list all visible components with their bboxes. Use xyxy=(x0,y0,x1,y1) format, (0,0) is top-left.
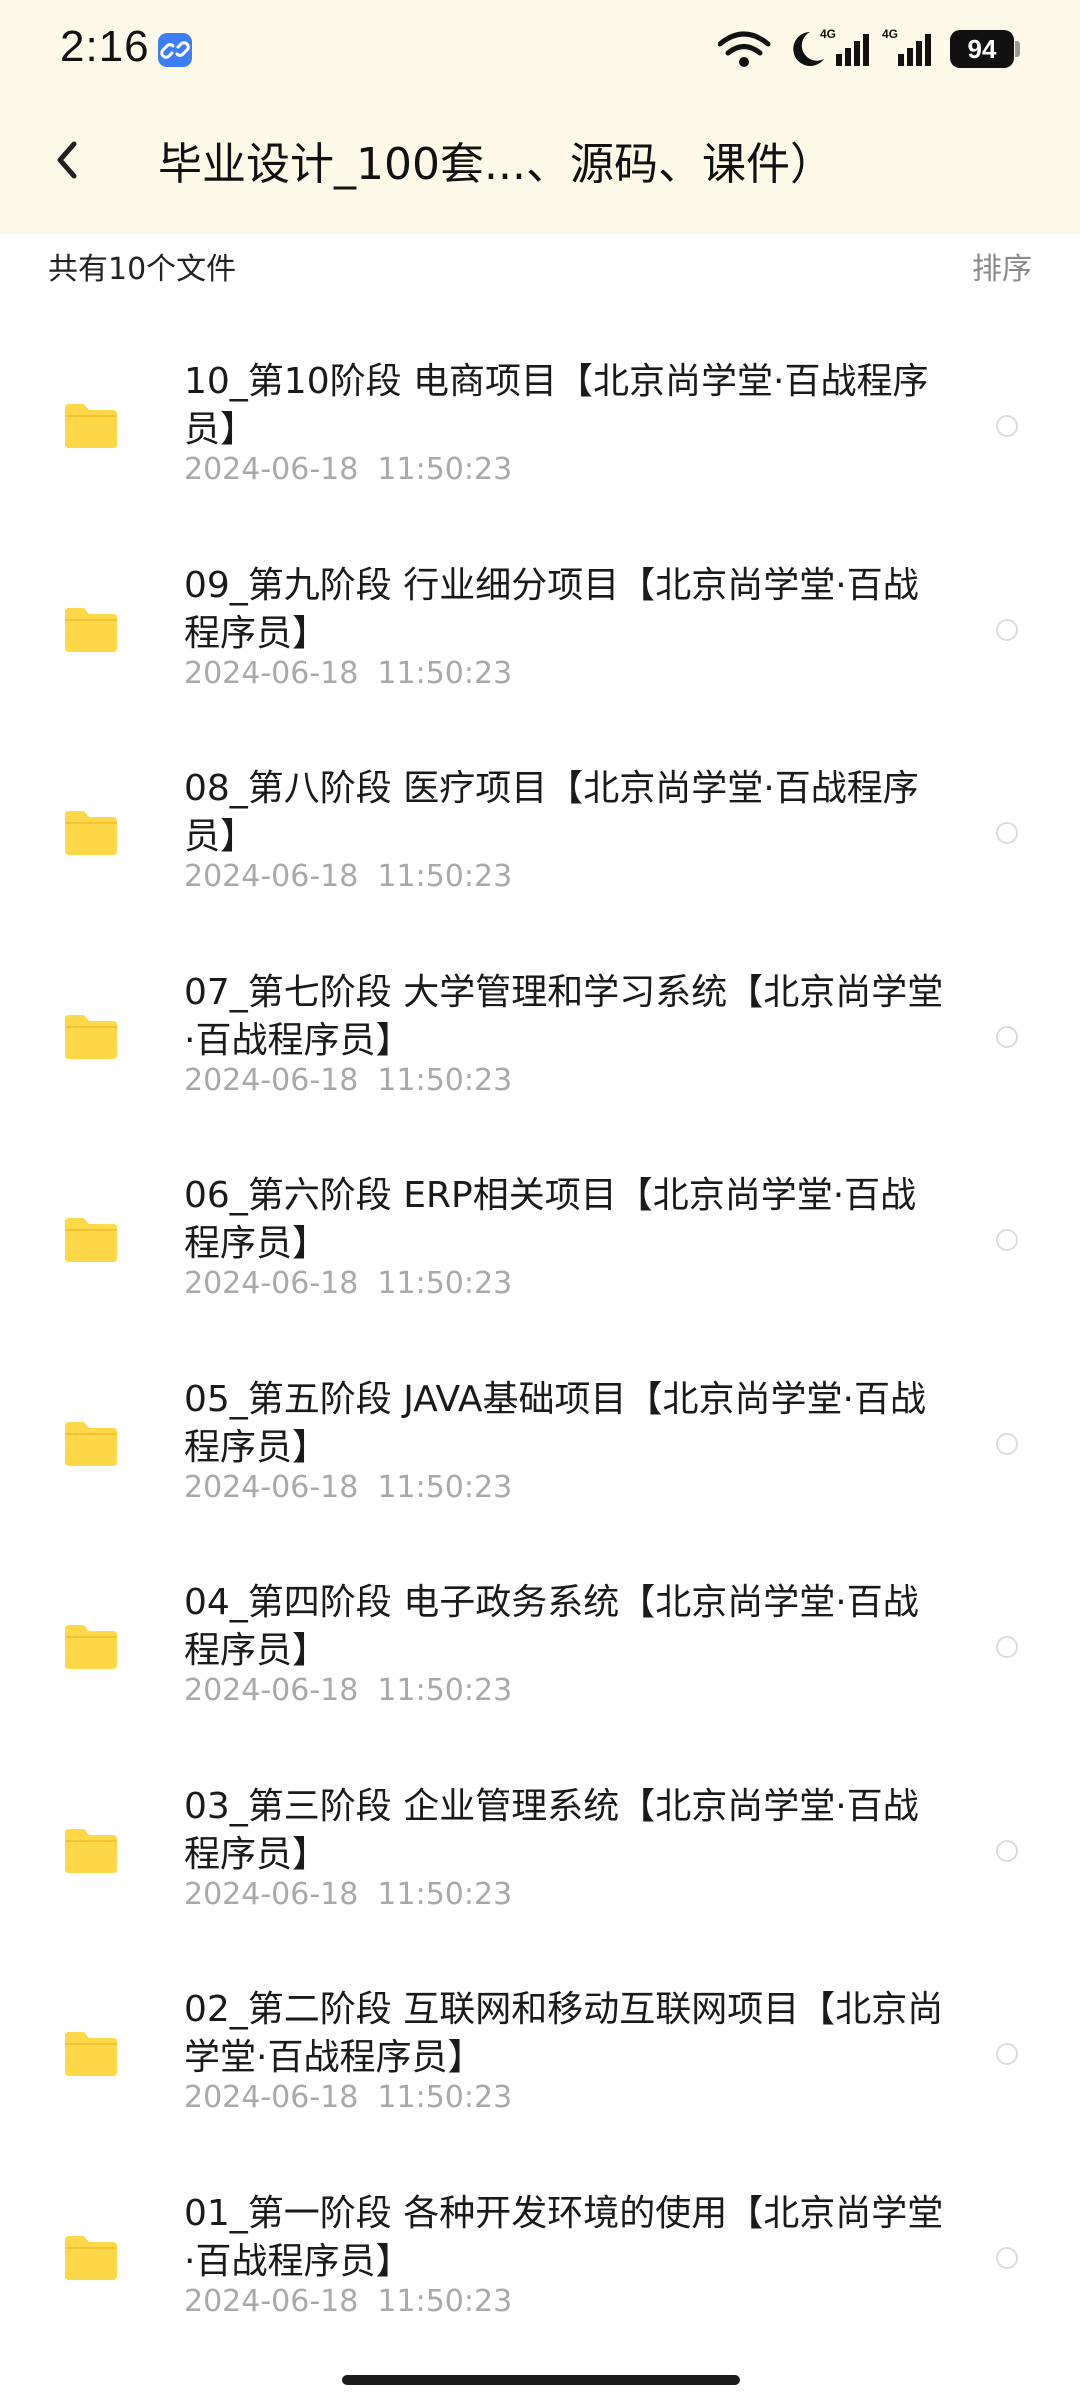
folder-icon xyxy=(65,1828,117,1873)
file-name: 06_第六阶段 ERP相关项目【北京尚学堂·百战程序员】 xyxy=(184,1175,917,1264)
chevron-left-icon xyxy=(57,141,77,179)
file-date: 2024-06-18 11:50:23 xyxy=(184,1673,513,1708)
file-row[interactable]: 01_第一阶段 各种开发环境的使用【北京尚学堂·百战程序员】 2024-06-1… xyxy=(0,2168,1080,2372)
folder-icon xyxy=(65,811,117,855)
file-date: 2024-06-18 11:50:23 xyxy=(184,452,513,487)
battery-icon: 94 xyxy=(950,30,1014,68)
select-radio[interactable] xyxy=(996,1229,1018,1251)
file-row[interactable]: 05_第五阶段 JAVA基础项目【北京尚学堂·百战程序员】 2024-06-18… xyxy=(0,1354,1080,1558)
folder-icon xyxy=(65,1014,117,1059)
file-row[interactable]: 10_第10阶段 电商项目【北京尚学堂·百战程序员】 2024-06-18 11… xyxy=(0,336,1080,540)
file-date: 2024-06-18 11:50:23 xyxy=(184,1876,513,1912)
svg-text:4G: 4G xyxy=(882,28,898,41)
select-radio[interactable] xyxy=(996,618,1018,641)
select-radio[interactable] xyxy=(996,822,1018,844)
battery-level: 94 xyxy=(967,33,997,64)
file-name: 07_第七阶段 大学管理和学习系统【北京尚学堂·百战程序员】 xyxy=(184,971,944,1061)
file-name: 03_第三阶段 企业管理系统【北京尚学堂·百战程序员】 xyxy=(184,1785,919,1875)
file-row[interactable]: 02_第二阶段 互联网和移动互联网项目【北京尚学堂·百战程序员】 2024-06… xyxy=(0,1964,1080,2168)
back-button[interactable] xyxy=(40,130,100,190)
file-date: 2024-06-18 11:50:23 xyxy=(184,859,513,894)
signal-icon-2: 4G xyxy=(882,28,931,66)
select-radio[interactable] xyxy=(996,2043,1018,2065)
file-name: 04_第四阶段 电子政务系统【北京尚学堂·百战程序员】 xyxy=(184,1582,919,1671)
home-indicator[interactable] xyxy=(342,2375,740,2385)
folder-icon xyxy=(65,1625,117,1669)
file-name: 02_第二阶段 互联网和移动互联网项目【北京尚学堂·百战程序员】 xyxy=(184,1989,944,2078)
file-date: 2024-06-18 11:50:23 xyxy=(184,2283,513,2319)
file-row[interactable]: 08_第八阶段 医疗项目【北京尚学堂·百战程序员】 2024-06-18 11:… xyxy=(0,743,1080,947)
sort-button[interactable]: 排序 xyxy=(972,244,1032,288)
select-radio[interactable] xyxy=(996,415,1018,437)
file-name: 01_第一阶段 各种开发环境的使用【北京尚学堂·百战程序员】 xyxy=(184,2192,944,2282)
signal-icon-1: 4G xyxy=(820,28,869,66)
folder-icon xyxy=(65,2235,117,2280)
select-radio[interactable] xyxy=(996,1839,1018,1862)
file-date: 2024-06-18 11:50:23 xyxy=(184,655,513,691)
file-row[interactable]: 04_第四阶段 电子政务系统【北京尚学堂·百战程序员】 2024-06-18 1… xyxy=(0,1557,1080,1761)
svg-text:4G: 4G xyxy=(820,28,836,41)
file-count: 共有10个文件 xyxy=(48,252,237,287)
folder-icon xyxy=(65,607,117,652)
status-bar: 2:16 4G 4G 94 xyxy=(0,0,1080,100)
file-row[interactable]: 06_第六阶段 ERP相关项目【北京尚学堂·百战程序员】 2024-06-18 … xyxy=(0,1150,1080,1354)
file-name: 08_第八阶段 医疗项目【北京尚学堂·百战程序员】 xyxy=(184,768,919,857)
link-notification-icon xyxy=(158,33,192,67)
file-name: 05_第五阶段 JAVA基础项目【北京尚学堂·百战程序员】 xyxy=(184,1378,926,1468)
file-row[interactable]: 09_第九阶段 行业细分项目【北京尚学堂·百战程序员】 2024-06-18 1… xyxy=(0,540,1080,744)
file-date: 2024-06-18 11:50:23 xyxy=(184,1062,513,1098)
file-date: 2024-06-18 11:50:23 xyxy=(184,1469,513,1505)
select-radio[interactable] xyxy=(996,1636,1018,1658)
select-radio[interactable] xyxy=(996,1025,1018,1048)
file-name: 10_第10阶段 电商项目【北京尚学堂·百战程序员】 xyxy=(184,361,929,450)
top-header-area: 2:16 4G 4G 94 毕业设计_100套...、源码、课件） xyxy=(0,0,1080,234)
status-time: 2:16 xyxy=(60,22,150,71)
file-row[interactable]: 07_第七阶段 大学管理和学习系统【北京尚学堂·百战程序员】 2024-06-1… xyxy=(0,947,1080,1151)
folder-icon xyxy=(65,2032,117,2076)
select-radio[interactable] xyxy=(996,1432,1018,1455)
battery-tip xyxy=(1015,41,1020,57)
file-date: 2024-06-18 11:50:23 xyxy=(184,2080,513,2115)
nav-bar: 毕业设计_100套...、源码、课件） xyxy=(0,100,1080,234)
wifi-icon xyxy=(718,31,771,67)
folder-icon xyxy=(65,1421,117,1466)
select-radio[interactable] xyxy=(996,2246,1018,2269)
file-list: 10_第10阶段 电商项目【北京尚学堂·百战程序员】 2024-06-18 11… xyxy=(0,336,1080,2371)
folder-icon xyxy=(65,404,117,448)
page-title: 毕业设计_100套...、源码、课件） xyxy=(158,139,834,190)
folder-icon xyxy=(65,1218,117,1262)
file-row[interactable]: 03_第三阶段 企业管理系统【北京尚学堂·百战程序员】 2024-06-18 1… xyxy=(0,1761,1080,1965)
file-date: 2024-06-18 11:50:23 xyxy=(184,1266,513,1301)
file-name: 09_第九阶段 行业细分项目【北京尚学堂·百战程序员】 xyxy=(184,564,919,654)
